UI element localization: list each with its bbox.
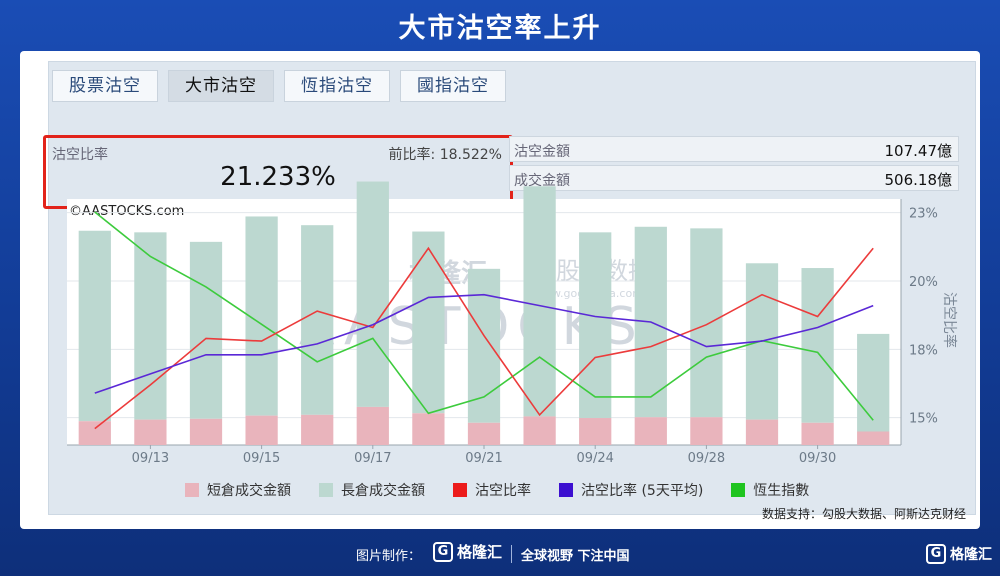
x-axis-ticks: 09/13 09/15 09/17 09/21 09/24 09/28 09/30 [132,445,836,466]
footer-bar: 图片制作： G 格隆汇 全球视野 下注中国 G 格隆汇 [0,540,1000,570]
footer-brand: G 格隆汇 [433,541,502,562]
short-selling-panel: 股票沽空 大市沽空 恆指沽空 國指沽空 沽空比率 前比率: 18.522% 21… [43,61,976,515]
bar-long [189,241,223,419]
legend-swatch-short [185,483,199,497]
legend-label-ratio-avg: 沽空比率 (5天平均) [581,483,704,499]
legend-swatch-hsi [731,483,746,497]
legend-label-short: 短倉成交金額 [207,483,291,499]
bar-short [412,413,445,445]
bar-short [467,422,501,445]
y2-tick-label: 20% [909,275,938,290]
y-axis-ticks: 15% 18% 20% 23% [909,207,938,427]
chart-legend: 短倉成交金額 長倉成交金額 沽空比率 沽空比率 (5天平均) 恆生指數 [185,480,809,500]
made-by-label: 图片制作： [356,549,422,564]
x-tick-label: 09/30 [799,451,836,466]
y2-tick-label: 15% [909,412,938,427]
bar-short [301,414,334,445]
bar-short [245,415,278,445]
x-tick-label: 09/13 [132,451,169,466]
bar-short [634,417,667,445]
corner-brand: G 格隆汇 [926,544,992,564]
legend-swatch-long [319,483,333,497]
legend-short-bar: 短倉成交金額 [185,480,291,500]
bar-long [801,268,834,423]
copyright-text: ©AASTOCKS.com [69,204,184,219]
bar-long [412,231,445,414]
bar-long [356,181,389,407]
corner-logo-icon: G [926,544,946,564]
short-ratio-chart: ©AASTOCKS.com 格隆汇 勾股大数据 www.gogudata.com… [67,181,958,466]
bar-long [690,228,723,418]
footer-divider [511,545,512,563]
content-card: 股票沽空 大市沽空 恆指沽空 國指沽空 沽空比率 前比率: 18.522% 21… [20,51,980,529]
legend-label-long: 長倉成交金額 [341,483,425,499]
x-tick-label: 09/17 [354,451,391,466]
bar-short [857,431,890,445]
bar-short [134,419,167,445]
legend-swatch-ratio-avg [559,483,573,497]
data-source-note: 数据支持：勾股大数据、阿斯达克财经 [761,507,966,521]
y2-axis-label: 沽空比率 [941,292,958,348]
bar-long [301,225,334,415]
bar-short [801,422,834,445]
x-tick-label: 09/24 [576,451,613,466]
bar-short [523,416,556,445]
legend-label-ratio: 沽空比率 [475,483,531,499]
legend-long-bar: 長倉成交金額 [319,480,425,500]
bar-short [356,406,389,445]
y2-tick-label: 18% [909,343,938,358]
bar-short [579,418,612,445]
legend-swatch-ratio [453,483,467,497]
bar-short [189,418,223,445]
x-tick-label: 09/21 [465,451,502,466]
legend-label-hsi: 恆生指數 [753,483,810,499]
x-tick-label: 09/15 [243,451,280,466]
bar-short [690,417,723,445]
footer-brand-name: 格隆汇 [457,543,503,561]
page-title: 大市沽空率上升 [398,13,602,44]
legend-ratio: 沽空比率 [453,480,531,500]
y2-tick-label: 23% [909,207,938,222]
bar-long [134,232,167,420]
x-tick-label: 09/28 [688,451,725,466]
gelonghui-logo-icon: G [433,541,453,562]
bar-short [78,421,111,445]
legend-ratio-avg: 沽空比率 (5天平均) [559,480,703,500]
bar-long [579,232,612,419]
bar-long [857,333,890,432]
bar-long [523,186,556,417]
footer-slogan: 全球视野 下注中国 [521,549,630,564]
bar-short [745,419,779,445]
legend-hsi: 恆生指數 [731,480,809,500]
corner-brand-name: 格隆汇 [950,547,992,563]
